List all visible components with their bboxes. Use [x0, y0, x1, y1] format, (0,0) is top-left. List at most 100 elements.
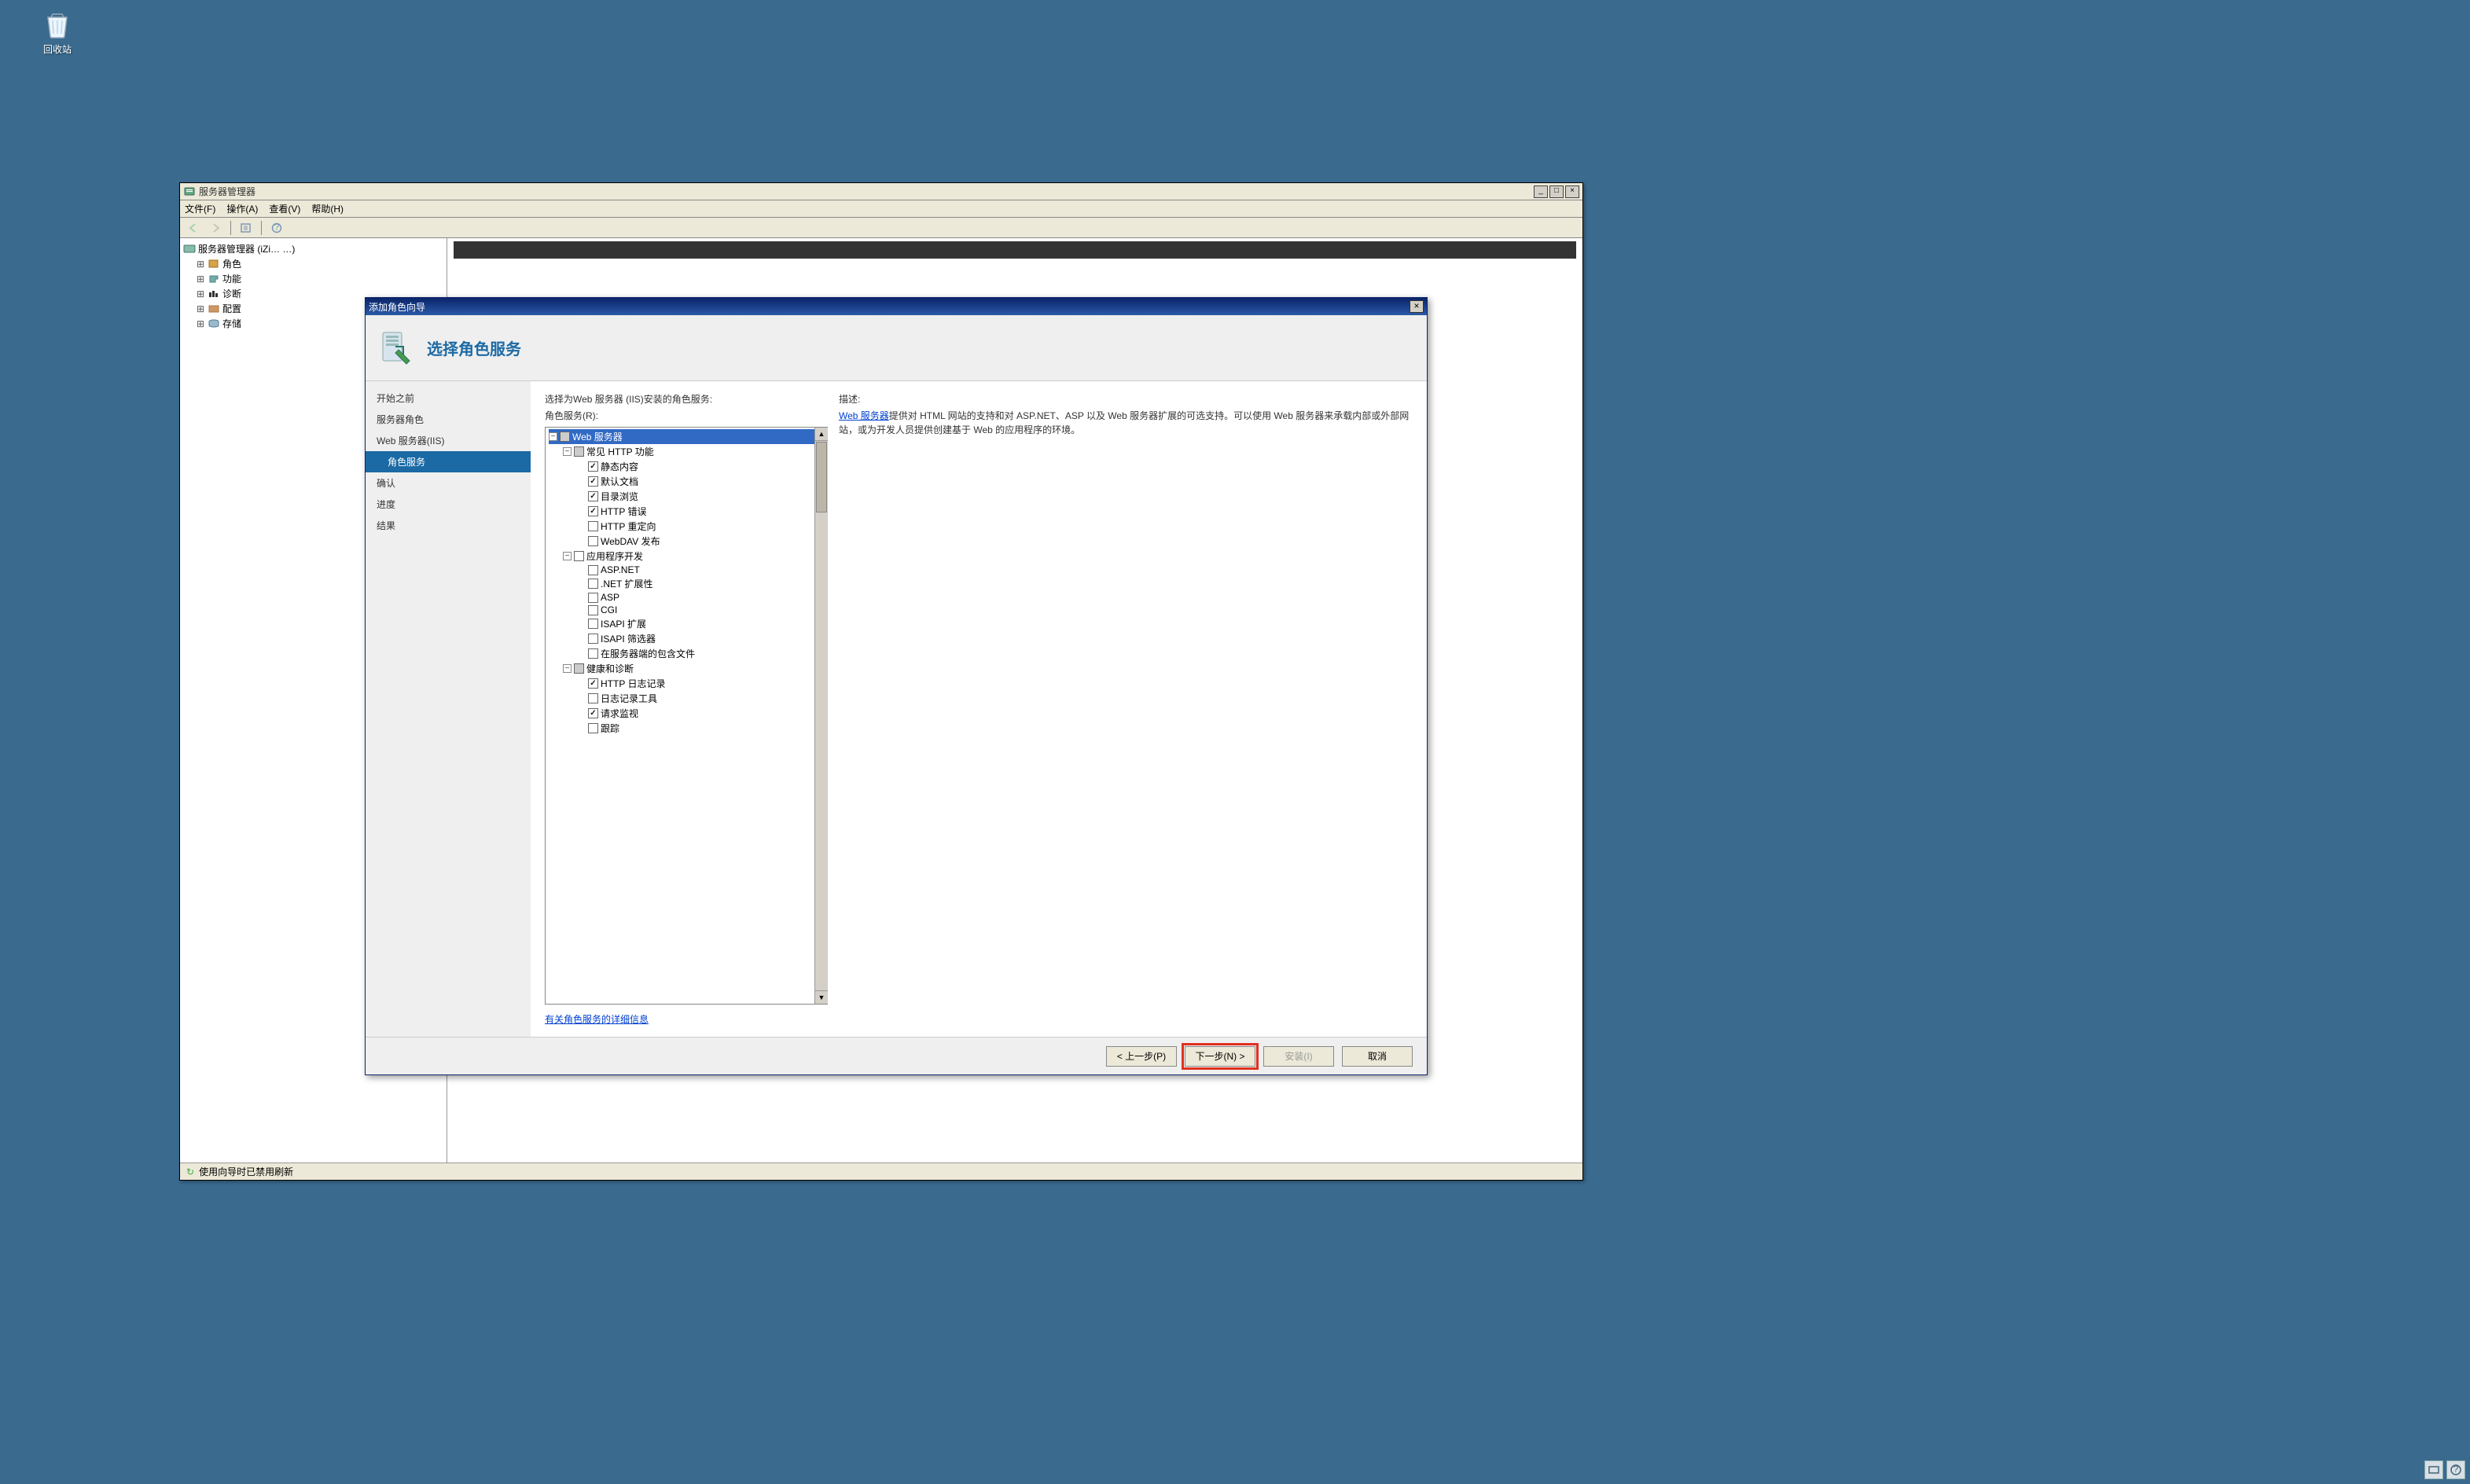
back-button[interactable] [185, 220, 202, 236]
step-role-services[interactable]: 角色服务 [366, 451, 531, 472]
checkbox-icon[interactable] [588, 579, 598, 589]
titlebar[interactable]: 服务器管理器 _ □ × [180, 183, 1582, 200]
rt-ssi[interactable]: 在服务器端的包含文件 [588, 646, 825, 661]
forward-button[interactable] [207, 220, 224, 236]
step-server-roles[interactable]: 服务器角色 [366, 409, 531, 430]
rt-static-content[interactable]: 静态内容 [588, 459, 825, 474]
tray-window-icon[interactable] [2424, 1460, 2443, 1479]
rt-webdav[interactable]: WebDAV 发布 [588, 534, 825, 549]
rt-label: 健康和诊断 [586, 662, 634, 675]
rt-common-http[interactable]: −常见 HTTP 功能 [563, 444, 825, 459]
checkbox-icon[interactable] [588, 506, 598, 516]
tray-help-icon[interactable]: ? [2446, 1460, 2465, 1479]
rt-http-redirect[interactable]: HTTP 重定向 [588, 519, 825, 534]
rt-label: WebDAV 发布 [601, 534, 660, 548]
checkbox-icon[interactable] [588, 678, 598, 689]
rt-log-tools[interactable]: 日志记录工具 [588, 691, 825, 706]
rt-web-server[interactable]: −Web 服务器 [549, 429, 825, 444]
wizard-steps-sidebar: 开始之前 服务器角色 Web 服务器(IIS) 角色服务 确认 进度 结果 [366, 381, 531, 1037]
refresh-icon: ↻ [186, 1166, 194, 1177]
role-tree-scrollbar[interactable]: ▲ ▼ [814, 428, 828, 1004]
help-button[interactable]: ? [268, 220, 285, 236]
desktop-icon-recycle-bin[interactable]: 回收站 [30, 8, 85, 56]
tree-label: 诊断 [222, 287, 241, 300]
tree-label: 存储 [222, 317, 241, 330]
rt-dir-browse[interactable]: 目录浏览 [588, 489, 825, 504]
description-text: Web 服务器提供对 HTML 网站的支持和对 ASP.NET、ASP 以及 W… [839, 409, 1413, 437]
rt-health[interactable]: −健康和诊断 [563, 661, 825, 676]
window-title: 服务器管理器 [199, 185, 1534, 198]
checkbox-icon[interactable] [588, 521, 598, 531]
maximize-button[interactable]: □ [1549, 186, 1564, 198]
rt-default-doc[interactable]: 默认文档 [588, 474, 825, 489]
wizard-icon [378, 329, 416, 367]
checkbox-icon[interactable] [588, 536, 598, 546]
rt-http-errors[interactable]: HTTP 错误 [588, 504, 825, 519]
close-button[interactable]: × [1565, 186, 1579, 198]
rt-label: 请求监视 [601, 707, 638, 720]
scroll-thumb[interactable] [816, 442, 827, 512]
menu-action[interactable]: 操作(A) [226, 202, 258, 215]
checkbox-icon[interactable] [588, 461, 598, 472]
rt-isapi-filter[interactable]: ISAPI 筛选器 [588, 631, 825, 646]
step-results[interactable]: 结果 [366, 515, 531, 536]
checkbox-icon[interactable] [588, 605, 598, 615]
dialog-titlebar[interactable]: 添加角色向导 × [366, 298, 1427, 315]
checkbox-icon[interactable] [588, 619, 598, 629]
rt-aspnet[interactable]: ASP.NET [588, 564, 825, 576]
step-before[interactable]: 开始之前 [366, 388, 531, 409]
tree-roles[interactable]: ⊞角色 [196, 256, 443, 271]
cancel-button[interactable]: 取消 [1342, 1046, 1413, 1067]
rt-req-monitor[interactable]: 请求监视 [588, 706, 825, 721]
rt-net-ext[interactable]: .NET 扩展性 [588, 576, 825, 591]
roles-icon [208, 259, 220, 270]
minimize-button[interactable]: _ [1534, 186, 1548, 198]
rt-http-log[interactable]: HTTP 日志记录 [588, 676, 825, 691]
rt-label: 静态内容 [601, 460, 638, 473]
config-icon [208, 303, 220, 314]
checkbox-icon[interactable] [588, 693, 598, 703]
rt-label: Web 服务器 [572, 430, 623, 443]
menu-help[interactable]: 帮助(H) [311, 202, 344, 215]
tree-root[interactable]: 服务器管理器 (iZi… …) [183, 241, 443, 256]
rt-label: 跟踪 [601, 722, 619, 735]
scroll-up-icon[interactable]: ▲ [815, 428, 828, 441]
role-services-tree[interactable]: −Web 服务器 −常见 HTTP 功能 静态内容 默认文档 目录浏览 HTTP… [545, 427, 828, 1005]
checkbox-icon[interactable] [588, 491, 598, 501]
rt-app-dev[interactable]: −应用程序开发 [563, 549, 825, 564]
rt-label: 应用程序开发 [586, 549, 643, 563]
checkbox-icon[interactable] [588, 723, 598, 733]
add-roles-wizard-dialog: 添加角色向导 × 选择角色服务 开始之前 服务器角色 Web 服务器(IIS) … [365, 297, 1428, 1075]
checkbox-icon[interactable] [588, 593, 598, 603]
scroll-down-icon[interactable]: ▼ [815, 990, 828, 1004]
rt-label: 在服务器端的包含文件 [601, 647, 695, 660]
menu-view[interactable]: 查看(V) [269, 202, 300, 215]
rt-isapi-ext[interactable]: ISAPI 扩展 [588, 616, 825, 631]
tree-label: 配置 [222, 302, 241, 315]
checkbox-icon[interactable] [588, 708, 598, 718]
step-web-iis[interactable]: Web 服务器(IIS) [366, 430, 531, 451]
prev-button[interactable]: < 上一步(P) [1106, 1046, 1177, 1067]
rt-label: CGI [601, 604, 617, 615]
rt-asp[interactable]: ASP [588, 591, 825, 604]
rt-label: 常见 HTTP 功能 [586, 445, 654, 458]
dialog-close-button[interactable]: × [1410, 300, 1424, 313]
install-button[interactable]: 安装(I) [1263, 1046, 1334, 1067]
tree-features[interactable]: ⊞功能 [196, 271, 443, 286]
status-text: 使用向导时已禁用刷新 [199, 1165, 293, 1178]
rt-label: HTTP 错误 [601, 505, 646, 518]
checkbox-icon[interactable] [588, 476, 598, 487]
checkbox-icon[interactable] [588, 634, 598, 644]
menu-file[interactable]: 文件(F) [185, 202, 215, 215]
next-button[interactable]: 下一步(N) > [1185, 1046, 1255, 1067]
more-info-link[interactable]: 有关角色服务的详细信息 [545, 1012, 828, 1026]
refresh-button[interactable] [237, 220, 255, 236]
rt-label: HTTP 重定向 [601, 520, 656, 533]
step-progress[interactable]: 进度 [366, 494, 531, 515]
description-keyword-link[interactable]: Web 服务器 [839, 410, 889, 421]
checkbox-icon[interactable] [588, 565, 598, 575]
checkbox-icon[interactable] [588, 648, 598, 659]
rt-tracing[interactable]: 跟踪 [588, 721, 825, 736]
rt-cgi[interactable]: CGI [588, 604, 825, 616]
step-confirm[interactable]: 确认 [366, 472, 531, 494]
